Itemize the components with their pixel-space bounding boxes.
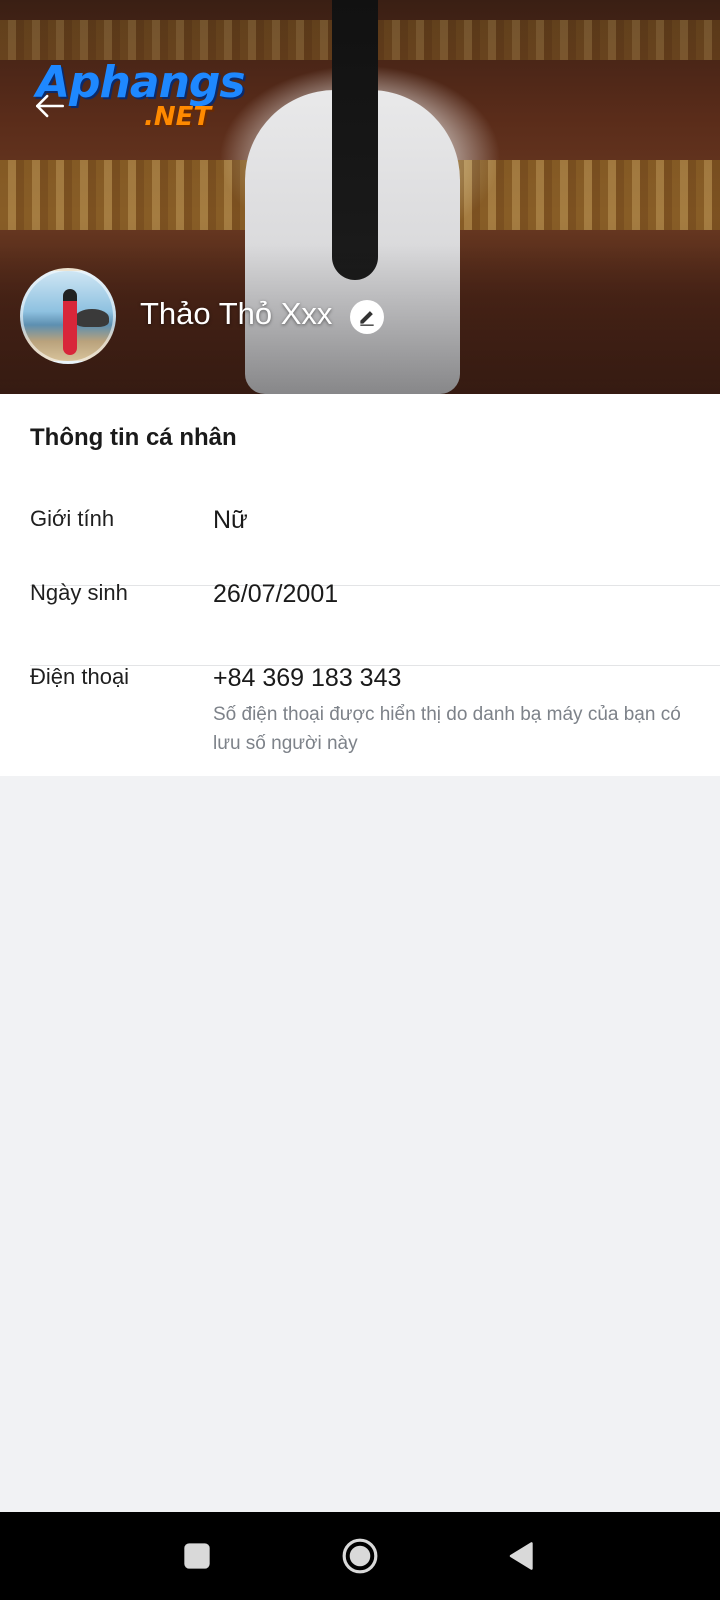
arrow-left-icon (35, 94, 65, 118)
info-row-gender: Giới tính Nữ (30, 506, 720, 586)
section-title: Thông tin cá nhân (30, 424, 237, 451)
row-value: Nữ (213, 506, 248, 534)
phone-note: Số điện thoại được hiển thị do danh bạ m… (213, 704, 681, 754)
pencil-icon (360, 311, 374, 326)
home-button[interactable] (338, 1534, 382, 1578)
home-icon (342, 1538, 378, 1574)
back-button[interactable] (28, 84, 72, 128)
avatar-person (63, 289, 77, 355)
avatar[interactable] (20, 268, 116, 364)
personal-info-card: Thông tin cá nhân Giới tính Nữ Ngày sinh… (0, 394, 720, 776)
back-triangle-icon (509, 1542, 533, 1570)
system-navigation-bar (0, 1512, 720, 1600)
cover-figure-hair (332, 0, 378, 280)
row-label: Ngày sinh (30, 580, 128, 605)
avatar-rock (75, 309, 109, 327)
watermark-sub: .NET (144, 102, 212, 132)
row-label: Điện thoại (30, 664, 130, 689)
info-row-birthday: Ngày sinh 26/07/2001 (30, 580, 720, 666)
recent-apps-button[interactable] (175, 1534, 219, 1578)
row-label: Giới tính (30, 506, 115, 531)
phone-number[interactable]: +84 369 183 343 (213, 664, 401, 693)
profile-name: Thảo Thỏ Xxx (140, 296, 333, 331)
info-row-phone: Điện thoại +84 369 183 343 Số điện thoại… (30, 664, 720, 774)
back-nav-button[interactable] (500, 1534, 544, 1578)
row-value: 26/07/2001 (213, 580, 339, 608)
edit-name-button[interactable] (350, 300, 384, 334)
recent-apps-icon (184, 1543, 210, 1569)
